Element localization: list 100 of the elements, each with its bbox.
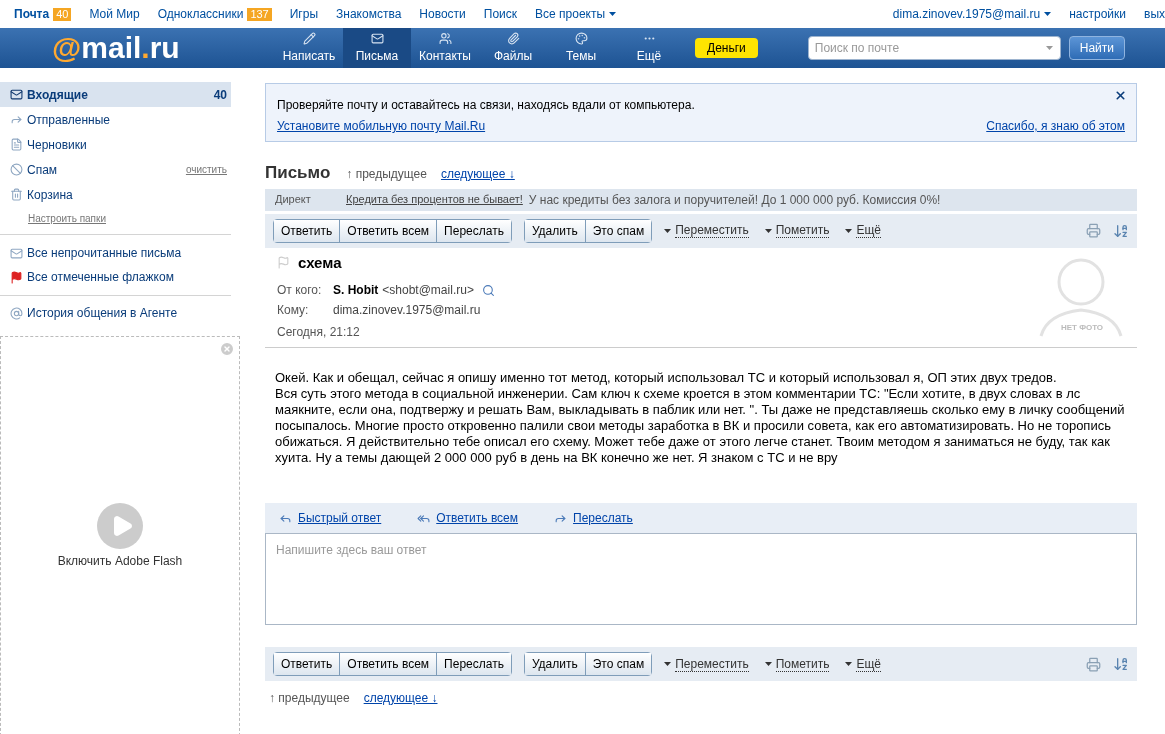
caret-icon <box>845 662 853 666</box>
caret-icon <box>609 12 617 16</box>
recipient-email: dima.zinovev.1975@mail.ru <box>333 302 481 319</box>
reply-link[interactable]: Ответить всем <box>436 509 519 527</box>
toolbar-button[interactable]: Это спам <box>584 653 652 675</box>
folder-item[interactable]: Входящие 40 <box>0 82 231 107</box>
nav-tab[interactable]: Написать <box>275 28 343 68</box>
toolbar-button[interactable]: Ответить <box>274 653 340 675</box>
toolbar-button[interactable]: Ответить всем <box>339 219 437 242</box>
money-button[interactable]: Деньги <box>695 38 758 58</box>
folder-item[interactable]: Корзина <box>0 182 231 207</box>
envelope-icon <box>10 88 23 101</box>
portal-link[interactable]: Мой Мир <box>89 5 140 23</box>
search-button[interactable]: Найти <box>1068 36 1125 60</box>
agent-history-link[interactable]: История общения в Агенте <box>0 302 231 324</box>
account-link[interactable]: вых <box>1144 5 1165 23</box>
folder-item[interactable]: Спам очистить <box>0 157 231 182</box>
nav-tab[interactable]: Контакты <box>411 28 479 68</box>
nav-tab[interactable]: Письма <box>343 28 411 68</box>
dropdown-menu-button[interactable]: Переместить <box>664 223 753 238</box>
letter-date: Сегодня, 21:12 <box>277 324 361 341</box>
next-link[interactable]: следующее ↓ <box>440 165 515 183</box>
previous-link[interactable]: ↑ предыдущее <box>346 165 427 183</box>
portal-link[interactable]: Поиск <box>483 5 518 23</box>
caret-icon <box>664 662 672 666</box>
portal-link[interactable]: Знакомства <box>336 5 402 23</box>
forward-arrow-icon <box>10 113 23 126</box>
filter-link[interactable]: Все отмеченные флажком <box>0 265 231 289</box>
at-sign-icon <box>10 306 23 320</box>
reply-link[interactable]: Быстрый ответ <box>298 509 382 527</box>
nav-tab[interactable]: Ещё <box>615 28 683 68</box>
folder-item[interactable]: Отправленные <box>0 107 231 132</box>
toolbar-button[interactable]: Ответить <box>274 219 340 242</box>
toolbar-button[interactable]: Удалить <box>524 653 585 675</box>
reply-field[interactable]: Напишите здесь ваш ответ <box>265 533 1137 625</box>
next-link[interactable]: следующее ↓ <box>363 689 438 707</box>
count-badge: 137 <box>247 7 272 21</box>
caret-icon <box>764 228 772 233</box>
account-link[interactable]: dima.zinovev.1975@mail.ru <box>892 5 1052 23</box>
to-label: Кому: <box>277 302 310 319</box>
flag-icon[interactable] <box>277 256 290 270</box>
portal-link[interactable]: Новости <box>419 5 466 23</box>
account-link[interactable]: настройки <box>1069 5 1126 23</box>
ad-text: У нас кредиты без залога и поручителей! До 1 000 000 руб. Комиссия 0%! <box>528 191 941 209</box>
dropdown-menu-button[interactable]: Пометить <box>764 223 834 238</box>
toolbar-button[interactable]: Переслать <box>436 219 511 242</box>
previous-link[interactable]: ↑ предыдущее <box>269 689 350 707</box>
portal-link[interactable]: Почта 40 <box>14 5 72 23</box>
subject: схема <box>298 252 342 273</box>
count-badge: 40 <box>53 7 72 21</box>
portal-link[interactable]: Все проекты <box>535 5 617 23</box>
notice-text: Проверяйте почту и оставайтесь на связи, находясь вдали от компьютера. <box>277 97 696 114</box>
envelope-icon <box>10 246 23 260</box>
dropdown-menu-button[interactable]: Пометить <box>764 656 834 672</box>
body-paragraph: Окей. Как и обещал, сейчас я опишу именно тот метод, который использовал ТС и который использовал я, ОП этих двух тредов. <box>275 370 1058 386</box>
play-icon[interactable] <box>97 502 143 549</box>
sort-icon[interactable] <box>1113 222 1129 239</box>
flag-icon <box>10 270 23 284</box>
toolbar-button[interactable]: Удалить <box>524 219 585 242</box>
dropdown-menu-button[interactable]: Ещё <box>845 223 886 238</box>
nav-tab[interactable]: Файлы <box>479 28 547 68</box>
mobile-mail-link[interactable]: Установите мобильную почту Mail.Ru <box>277 117 486 135</box>
close-icon[interactable] <box>1114 89 1127 102</box>
reply-link[interactable]: Переслать <box>573 509 633 527</box>
ad-label: Директ <box>275 192 312 208</box>
no-photo-label: НЕТ ФОТО <box>1060 321 1104 334</box>
envelope-icon <box>370 31 384 45</box>
trash-icon <box>10 188 23 201</box>
caret-icon <box>1044 12 1052 16</box>
flash-label[interactable]: Включить Adobe Flash <box>57 551 183 570</box>
portal-link[interactable]: Игры <box>289 5 319 23</box>
dropdown-menu-button[interactable]: Ещё <box>845 656 886 672</box>
search-icon[interactable] <box>481 283 495 297</box>
document-icon <box>10 138 23 151</box>
print-icon[interactable] <box>1086 656 1101 672</box>
sender-email: <shobt@mail.ru> <box>382 282 474 299</box>
mail-logo[interactable]: @mail.ru <box>52 33 275 63</box>
people-icon <box>438 31 452 45</box>
filter-link[interactable]: Все непрочитанные письма <box>0 241 231 265</box>
ad-link[interactable]: Кредита без процентов не бывает! <box>346 191 523 208</box>
dropdown-menu-button[interactable]: Переместить <box>664 656 753 672</box>
toolbar-button[interactable]: Переслать <box>436 653 511 675</box>
portal-link[interactable]: Одноклассники 137 <box>157 5 272 23</box>
page-title: Письмо <box>265 162 331 184</box>
pencil-icon <box>302 31 316 45</box>
print-icon[interactable] <box>1086 223 1101 238</box>
nav-tab[interactable]: Темы <box>547 28 615 68</box>
sort-icon[interactable] <box>1113 656 1129 672</box>
folder-item[interactable]: Черновики <box>0 132 231 157</box>
caret-icon <box>664 228 672 233</box>
caret-icon <box>764 662 772 666</box>
dismiss-link[interactable]: Спасибо, я знаю об этом <box>986 117 1125 135</box>
blocked-icon <box>10 163 23 176</box>
search-field[interactable]: Поиск по почте <box>807 36 1061 60</box>
clear-link[interactable]: очистить <box>185 162 227 177</box>
toolbar-button[interactable]: Ответить всем <box>339 653 437 675</box>
toolbar-button[interactable]: Это спам <box>584 219 652 242</box>
sender-name: S. Hobit <box>333 282 379 299</box>
body-paragraph: Вся суть этого метода в социальной инженерии. Сам ключ к схеме кроется в этом комментарии ТС: "Если хотите, в двух словах в лс маякните, если она, подтвержу и решать Вам, выкладывать в паблик или нет. ". Ты даже не представляешь сколько ему в личку сообщений посыпалось. Многие просто откровенно палили свои методы заработка в ВК и просили совета, как его автоматизировать. Но не торопись обижаться. Я действительно тебе описал его схему. Может тебе даже от этого легче станет. Твоим методом я заниматься не буду, так как хуита. Ну а темы дающей 2 000 000 руб в день на ВК конечно же нет. Я знаком с ТС и не вру <box>275 386 1126 466</box>
folder-settings-link[interactable]: Настроить папки <box>28 210 106 226</box>
